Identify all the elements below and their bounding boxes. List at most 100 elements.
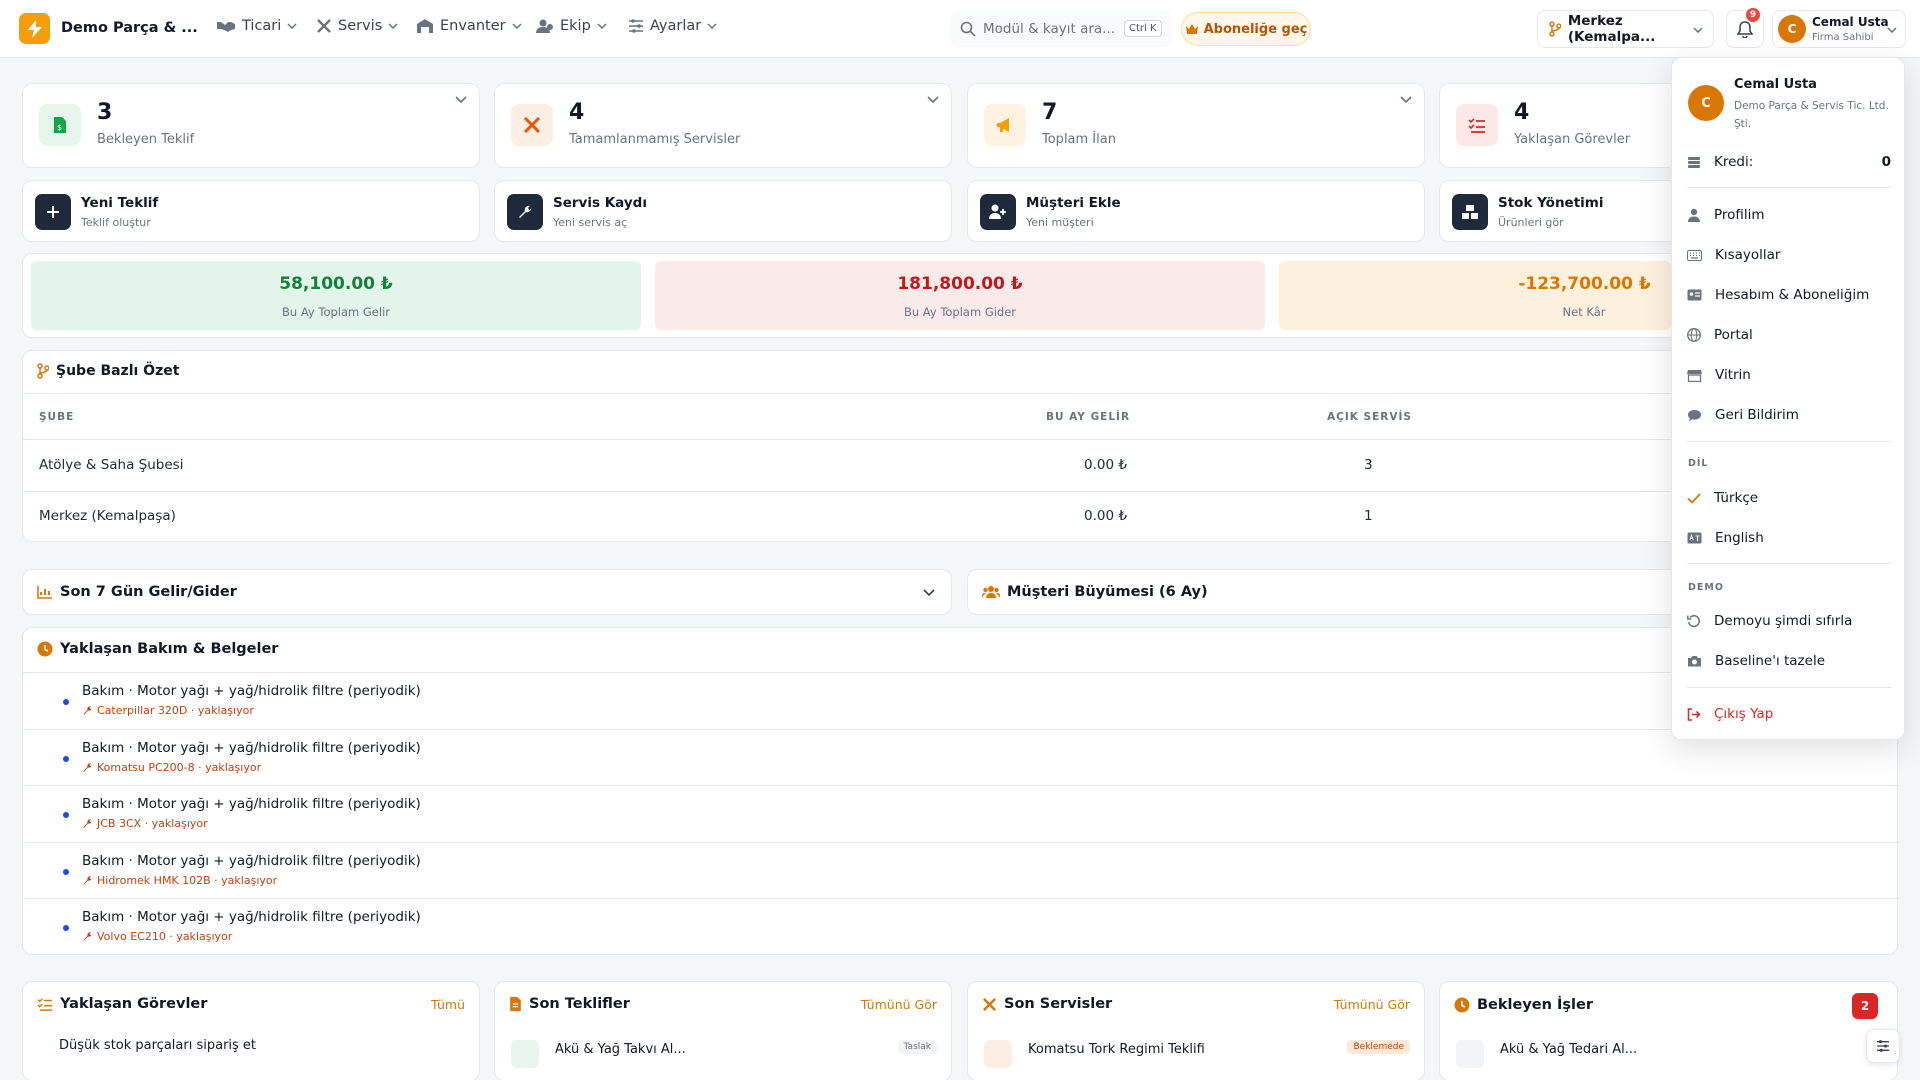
menu-language-turkish[interactable]: Türkçe <box>1687 483 1891 513</box>
qa-title: Yeni Teklif <box>81 195 159 211</box>
language-section-header: DİL <box>1688 458 1709 469</box>
qa-icon-box <box>980 194 1016 230</box>
customer-growth-panel[interactable]: Müşteri Büyümesi (6 Ay) <box>967 569 1679 615</box>
branch-icon <box>37 363 49 379</box>
sliders-icon <box>629 19 643 33</box>
stat-icon-bg <box>1456 104 1498 146</box>
income-expense-title: Son 7 Gün Gelir/Gider <box>60 584 237 600</box>
menu-refresh-baseline[interactable]: Baseline'ı tazele <box>1687 646 1891 676</box>
branch-open-services: 3 <box>1364 457 1373 473</box>
branch-income: 0.00 ₺ <box>1084 457 1127 473</box>
view-all-tasks-link[interactable]: Tümü <box>431 997 465 1012</box>
upcoming-tasks-card: Yaklaşan Görevler Tümü Düşük stok parçal… <box>22 981 480 1080</box>
pending-count-badge: 2 <box>1852 993 1878 1019</box>
stat-card-upcoming-tasks[interactable]: 4 Yaklaşan Görevler <box>1439 83 1679 168</box>
clock-icon <box>37 641 53 657</box>
status-dot <box>63 925 69 931</box>
menu-reset-demo[interactable]: Demoyu şimdi sıfırla <box>1687 606 1891 636</box>
menu-label: Türkçe <box>1714 490 1759 506</box>
divider <box>1687 441 1891 442</box>
divider <box>23 785 1899 786</box>
job-item[interactable]: Akü & Yağ Tedari Al... <box>1500 1042 1637 1057</box>
stat-card-pending-quotes[interactable]: $ 3 Bekleyen Teklif <box>22 83 480 168</box>
user-menu-button[interactable]: C Cemal Usta Firma Sahibi <box>1772 10 1906 48</box>
layout-settings-button[interactable] <box>1866 1029 1900 1063</box>
menu-account-subscription[interactable]: Hesabım & Aboneliğim <box>1687 280 1891 310</box>
menu-logout[interactable]: Çıkış Yap <box>1687 699 1891 729</box>
menu-storefront[interactable]: Vitrin <box>1687 360 1891 390</box>
branch-name: Atölye & Saha Şubesi <box>39 457 184 473</box>
maintenance-item-machine: Hidromek HMK 102B · yaklaşıyor <box>97 874 278 887</box>
stat-card-incomplete-services[interactable]: 4 Tamamlanmamış Servisler <box>494 83 952 168</box>
branch-open-services: 1 <box>1364 508 1373 524</box>
upcoming-tasks-title: Yaklaşan Görevler <box>60 996 208 1012</box>
task-item[interactable]: Düşük stok parçaları sipariş et <box>59 1038 256 1053</box>
quick-action-add-customer[interactable]: Müşteri Ekle Yeni müşteri <box>967 180 1425 242</box>
wrench-icon <box>83 706 92 715</box>
quote-icon <box>511 1040 539 1068</box>
logout-icon <box>1687 707 1701 721</box>
expense-panel: 181,800.00 ₺ Bu Ay Toplam Gider <box>655 261 1265 330</box>
quick-action-stock-management[interactable]: Stok Yönetimi Ürünleri gör <box>1439 180 1679 242</box>
avatar: C <box>1688 85 1724 121</box>
tools-icon <box>317 19 331 33</box>
subscribe-label: Aboneliğe geç <box>1203 21 1308 37</box>
subscribe-button[interactable]: Aboneliğe geç <box>1181 12 1311 46</box>
income-expense-panel[interactable]: Son 7 Gün Gelir/Gider <box>22 569 952 615</box>
quick-action-service-record[interactable]: Servis Kaydı Yeni servis aç <box>494 180 952 242</box>
wrench-icon <box>83 763 92 772</box>
warehouse-icon <box>417 19 433 33</box>
search-shortcut: Ctrl K <box>1124 20 1162 37</box>
menu-label: Portal <box>1714 327 1753 343</box>
view-all-services-link[interactable]: Tümünü Gör <box>1334 997 1410 1012</box>
view-all-quotes-link[interactable]: Tümünü Gör <box>861 997 937 1012</box>
job-icon <box>1456 1040 1484 1068</box>
nav-envanter-label: Envanter <box>440 18 506 34</box>
menu-shortcuts[interactable]: Kısayollar <box>1687 240 1891 270</box>
stat-card-total-listings[interactable]: 7 Toplam İlan <box>967 83 1425 168</box>
nav-ticari[interactable]: Ticari <box>216 18 297 34</box>
menu-profile[interactable]: Profilim <box>1687 200 1891 230</box>
status-dot <box>63 869 69 875</box>
menu-portal[interactable]: Portal <box>1687 320 1891 350</box>
stat-icon-bg <box>511 104 553 146</box>
status-badge: Taslak <box>897 1040 937 1054</box>
check-icon <box>1687 492 1701 504</box>
menu-label: English <box>1715 530 1764 546</box>
wrench-icon <box>519 205 532 218</box>
maintenance-card: Yaklaşan Bakım & Belgeler Bakım · Motor … <box>22 627 1899 955</box>
branch-income: 0.00 ₺ <box>1084 508 1127 524</box>
nav-ayarlar[interactable]: Ayarlar <box>628 18 717 34</box>
income-amount: 58,100.00 ₺ <box>279 274 393 294</box>
income-panel: 58,100.00 ₺ Bu Ay Toplam Gelir <box>31 261 641 330</box>
nav-ekip-label: Ekip <box>560 18 591 34</box>
qa-subtitle: Teklif oluştur <box>81 216 151 229</box>
quote-item[interactable]: Akü & Yağ Takvı Al... <box>555 1042 686 1057</box>
global-search[interactable]: Modül & kayıt ara... Ctrl K <box>950 11 1172 47</box>
maintenance-item-machine: JCB 3CX · yaklaşıyor <box>97 817 208 830</box>
recent-quotes-card: Son Teklifler Tümünü Gör Akü & Yağ Takvı… <box>494 981 952 1080</box>
maintenance-item-title: Bakım · Motor yağı + yağ/hidrolik filtre… <box>82 796 421 812</box>
maintenance-item-sub: Komatsu PC200-8 · yaklaşıyor <box>82 761 261 774</box>
maintenance-item-sub: Caterpillar 320D · yaklaşıyor <box>82 704 254 717</box>
top-navigation-bar: Demo Parça & ... Ticari Servis Envanter … <box>0 0 1920 58</box>
menu-label: Baseline'ı tazele <box>1715 653 1826 669</box>
menu-language-english[interactable]: English <box>1687 523 1891 553</box>
maintenance-item-title: Bakım · Motor yağı + yağ/hidrolik filtre… <box>82 683 421 699</box>
branch-selector[interactable]: Merkez (Kemalpa... <box>1537 10 1714 48</box>
search-placeholder[interactable]: Modül & kayıt ara... <box>983 21 1115 37</box>
maintenance-item-machine: Caterpillar 320D · yaklaşıyor <box>97 704 254 717</box>
menu-label: Profilim <box>1714 207 1765 223</box>
avatar: C <box>1778 15 1806 43</box>
menu-feedback[interactable]: Geri Bildirim <box>1687 400 1891 430</box>
user-name: Cemal Usta <box>1812 15 1889 29</box>
app-logo[interactable] <box>19 13 50 44</box>
nav-envanter[interactable]: Envanter <box>416 18 522 34</box>
nav-servis[interactable]: Servis <box>316 18 398 34</box>
service-item[interactable]: Komatsu Tork Regimi Teklifi <box>1028 1042 1205 1057</box>
notifications-button[interactable]: 9 <box>1726 8 1764 48</box>
company-name[interactable]: Demo Parça & ... <box>61 20 198 36</box>
keyboard-icon <box>1687 249 1702 261</box>
nav-ekip[interactable]: Ekip <box>536 18 607 34</box>
quick-action-new-quote[interactable]: Yeni Teklif Teklif oluştur <box>22 180 480 242</box>
